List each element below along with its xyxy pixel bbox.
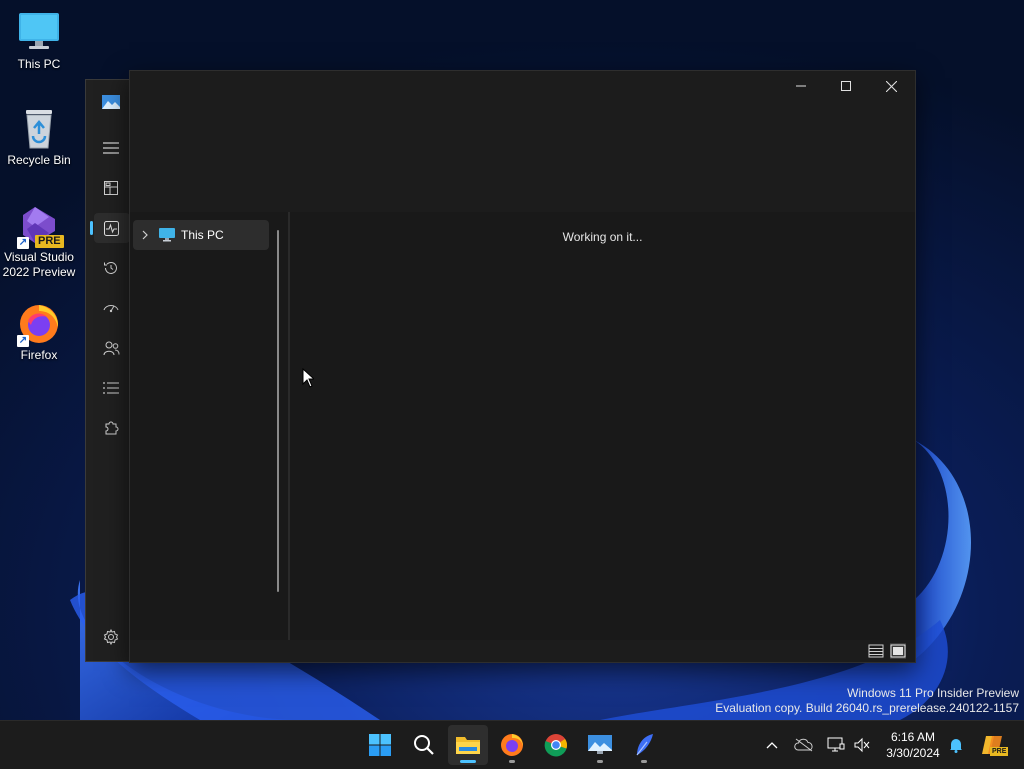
feather-app-icon[interactable] xyxy=(624,725,664,765)
clock-date: 3/30/2024 xyxy=(886,746,940,760)
start-icon[interactable] xyxy=(360,725,400,765)
large-icons-view-icon[interactable] xyxy=(890,643,906,659)
shortcut-arrow-icon: ↗ xyxy=(17,237,29,249)
navigation-pane: This PC xyxy=(130,212,288,640)
desktop-icon-label: Recycle Bin xyxy=(7,153,71,167)
nav-item-this-pc[interactable]: This PC xyxy=(133,220,269,250)
title-bar[interactable] xyxy=(130,71,915,103)
watermark-line-1: Windows 11 Pro Insider Preview xyxy=(847,686,1019,700)
copilot-icon[interactable]: PRE xyxy=(978,735,1009,756)
desktop-icon-label: This PC xyxy=(17,57,61,71)
desktop-icon-firefox[interactable]: ↗ Firefox xyxy=(0,301,79,363)
file-explorer-icon[interactable] xyxy=(448,725,488,765)
active-indicator xyxy=(90,221,93,235)
chevron-up-icon[interactable] xyxy=(762,735,782,755)
toolbar-area xyxy=(130,103,915,211)
status-message: Working on it... xyxy=(562,230,643,244)
content-area: This PC Working on it... xyxy=(130,212,915,640)
monitor-icon xyxy=(17,10,61,54)
desktop-icon-visual-studio[interactable]: PRE ↗ Visual Studio 2022 Preview xyxy=(0,203,79,280)
details-view-icon[interactable] xyxy=(868,643,884,659)
desktop-icon-recycle-bin[interactable]: Recycle Bin xyxy=(0,106,79,168)
network-icon[interactable] xyxy=(826,735,846,755)
notification-bell-icon[interactable] xyxy=(946,735,966,755)
status-bar xyxy=(130,640,915,662)
file-explorer-window: This PC Working on it... xyxy=(129,70,916,663)
chrome-icon[interactable] xyxy=(536,725,576,765)
running-app-indicator xyxy=(641,760,647,763)
onedrive-offline-icon[interactable] xyxy=(794,735,814,755)
running-app-indicator xyxy=(509,760,515,763)
mouse-cursor-icon xyxy=(302,368,314,388)
desktop-icon-this-pc[interactable]: This PC xyxy=(0,10,79,72)
evaluation-watermark: Windows 11 Pro Insider Preview Evaluatio… xyxy=(715,686,1019,716)
volume-muted-icon[interactable] xyxy=(852,735,872,755)
taskbar: 6:16 AM 3/30/2024 PRE xyxy=(0,720,1024,769)
monitor-app-icon[interactable] xyxy=(580,725,620,765)
chevron-right-icon[interactable] xyxy=(133,230,157,240)
desktop-icon-label: Firefox xyxy=(20,348,58,362)
nav-item-label: This PC xyxy=(181,228,224,242)
system-clock[interactable]: 6:16 AM 3/30/2024 xyxy=(880,729,946,761)
watermark-line-2: Evaluation copy. Build 26040.rs_prerelea… xyxy=(715,701,1019,715)
recycle-bin-icon xyxy=(17,106,61,150)
firefox-icon: ↗ xyxy=(17,301,61,347)
clock-time: 6:16 AM xyxy=(890,730,936,744)
pre-badge: PRE xyxy=(35,235,64,248)
monitor-icon xyxy=(157,228,177,242)
visual-studio-icon: PRE ↗ xyxy=(17,203,64,249)
maximize-button[interactable] xyxy=(823,71,869,101)
search-icon[interactable] xyxy=(404,725,444,765)
active-app-indicator xyxy=(460,760,476,763)
nav-scrollbar[interactable] xyxy=(277,230,279,592)
pre-badge: PRE xyxy=(990,747,1009,756)
shortcut-arrow-icon: ↗ xyxy=(17,335,29,347)
minimize-button[interactable] xyxy=(778,71,824,101)
file-list-pane[interactable]: Working on it... xyxy=(290,212,915,640)
desktop-icon-label: Visual Studio 2022 Preview xyxy=(2,250,76,279)
close-button[interactable] xyxy=(868,71,914,101)
firefox-icon[interactable] xyxy=(492,725,532,765)
running-app-indicator xyxy=(597,760,603,763)
